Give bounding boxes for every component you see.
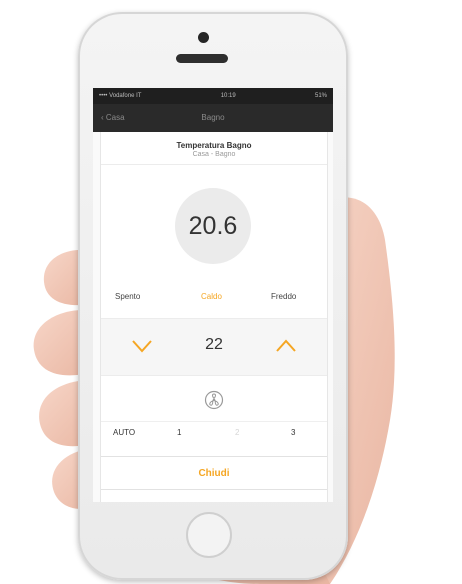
nav-title: Bagno xyxy=(201,113,225,122)
chevron-down-icon xyxy=(132,340,152,353)
fan-option-2[interactable]: 2 xyxy=(235,428,239,437)
current-temperature-value: 20.6 xyxy=(188,211,238,240)
mode-heat[interactable]: Caldo xyxy=(201,292,222,301)
navigation-bar: ‹ Casa Bagno xyxy=(93,104,333,132)
thermostat-card: Temperatura Bagno Casa - Bagno 20.6 Spen… xyxy=(100,132,328,502)
increase-button[interactable] xyxy=(271,333,301,359)
carrier-label: •••• Vodafone IT xyxy=(99,93,142,99)
fan-option-1[interactable]: 1 xyxy=(177,428,181,437)
app-screen: •••• Vodafone IT 10:19 51% ‹ Casa Bagno … xyxy=(93,88,333,502)
fan-option-auto[interactable]: AUTO xyxy=(113,428,135,437)
earpiece-speaker xyxy=(176,54,228,63)
chevron-up-icon xyxy=(276,339,296,352)
close-button[interactable]: Chiudi xyxy=(101,456,327,490)
close-button-label: Chiudi xyxy=(198,467,230,479)
home-button[interactable] xyxy=(186,512,232,558)
fan-icon xyxy=(204,390,224,410)
current-temperature-display: 20.6 xyxy=(175,188,251,264)
card-title: Temperatura Bagno xyxy=(176,141,252,150)
card-subtitle: Casa - Bagno xyxy=(192,151,236,158)
decrease-button[interactable] xyxy=(127,333,157,359)
fan-option-3[interactable]: 3 xyxy=(291,428,295,437)
mode-selector: Spento Caldo Freddo xyxy=(101,292,327,306)
mode-cool[interactable]: Freddo xyxy=(271,292,296,301)
card-header: Temperatura Bagno Casa - Bagno xyxy=(101,132,327,165)
front-camera xyxy=(198,32,209,43)
fan-speed-selector: AUTO 1 2 3 xyxy=(101,421,327,444)
clock-label: 10:19 xyxy=(220,93,236,99)
setpoint-value: 22 xyxy=(205,336,223,353)
mode-off[interactable]: Spento xyxy=(115,292,140,301)
status-bar: •••• Vodafone IT 10:19 51% xyxy=(93,88,333,104)
setpoint-control: 22 xyxy=(101,318,327,376)
battery-label: 51% xyxy=(314,93,327,99)
